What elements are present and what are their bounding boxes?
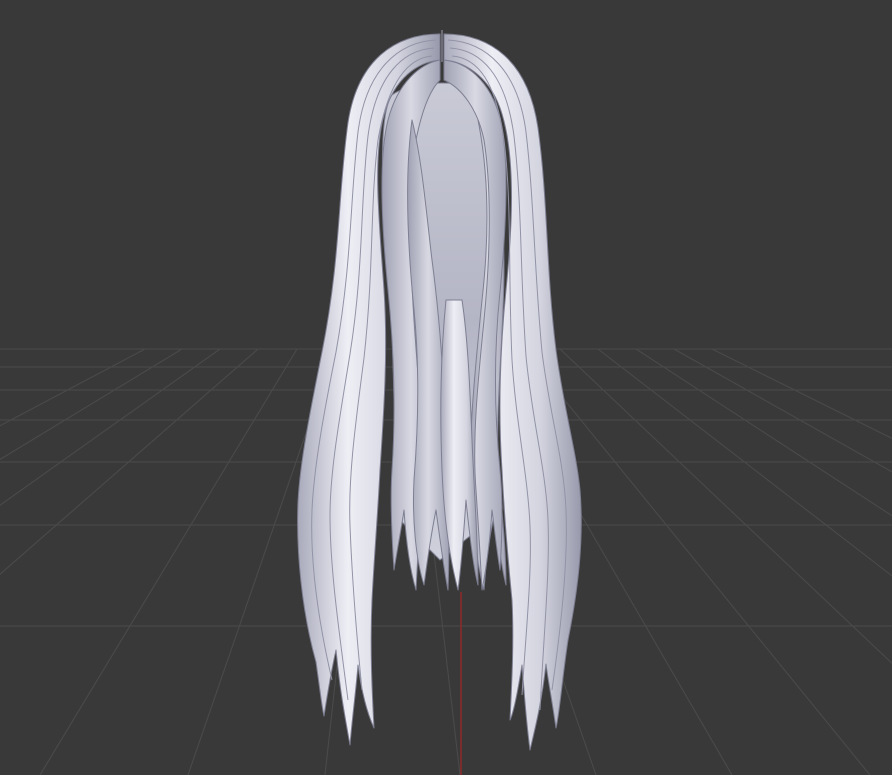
viewport-canvas[interactable] (0, 0, 892, 775)
3d-viewport[interactable] (0, 0, 892, 775)
hair-mesh[interactable] (297, 30, 582, 751)
